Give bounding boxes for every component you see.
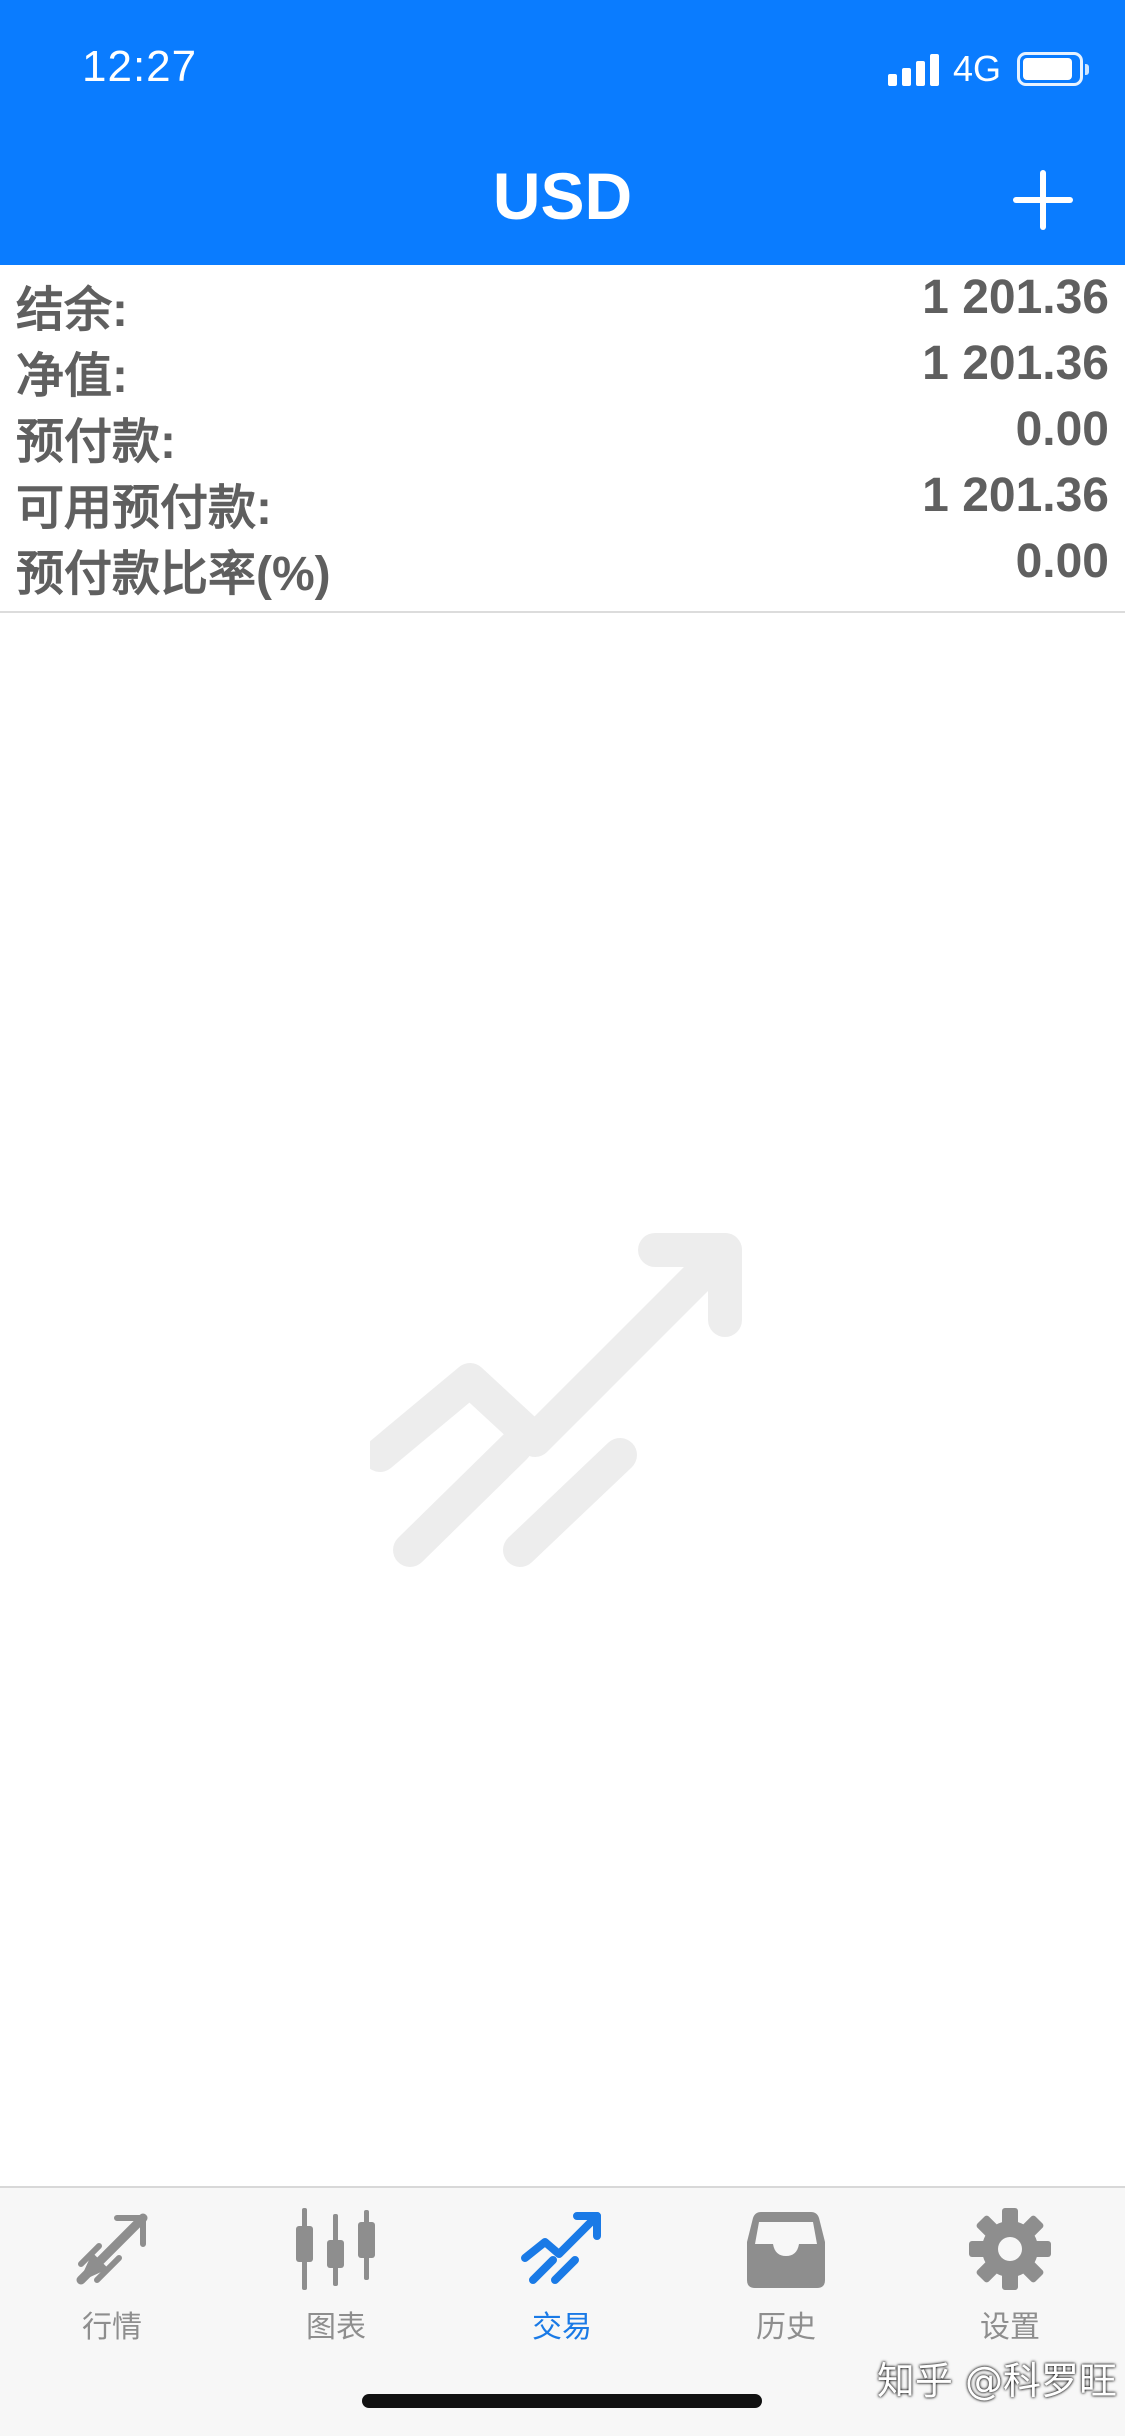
summary-label: 结余: [16,284,128,337]
tab-label: 交易 [532,2310,592,2345]
tab-label: 图表 [306,2310,366,2345]
candlestick-chart-icon [296,2208,375,2290]
watermark: 知乎 @科罗旺 [876,2359,1117,2403]
summary-row-free-margin: 可用预付款: 1 201.36 [0,468,1125,535]
summary-row-margin: 预付款: 0.00 [0,402,1125,469]
trade-icon [521,2212,601,2284]
tab-trade[interactable]: 交易 [482,2206,642,2346]
navigation-header: 12:27 4G USD [0,0,1125,265]
status-indicators: 4G [887,48,1089,90]
tab-label: 行情 [82,2310,142,2345]
summary-value: 0.00 [1015,535,1109,588]
summary-label: 可用预付款: [16,482,272,535]
summary-value: 1 201.36 [922,469,1109,522]
summary-label: 预付款: [16,416,176,469]
tab-quotes[interactable]: 行情 [32,2206,192,2346]
summary-row-equity: 净值: 1 201.36 [0,336,1125,403]
network-type: 4G [952,48,1001,89]
summary-label: 预付款比率(%) [16,548,331,601]
summary-value: 1 201.36 [922,271,1109,324]
trade-arrow-icon [370,1233,742,1567]
summary-value: 0.00 [1015,403,1109,456]
page-title: USD [492,159,633,233]
plus-icon[interactable] [1013,170,1073,230]
battery-level [1023,58,1072,80]
summary-row-margin-level: 预付款比率(%) 0.00 [0,534,1125,601]
tab-settings[interactable]: 设置 [930,2206,1090,2346]
gear-icon [969,2208,1051,2290]
tab-label: 历史 [756,2310,816,2345]
account-summary: 结余: 1 201.36 净值: 1 201.36 预付款: 0.00 可用预付… [0,270,1125,613]
summary-row-balance: 结余: 1 201.36 [0,270,1125,337]
tab-charts[interactable]: 图表 [256,2206,416,2346]
summary-value: 1 201.36 [922,337,1109,390]
quotes-icon [76,2213,148,2285]
inbox-history-icon [747,2212,825,2288]
tab-label: 设置 [980,2310,1040,2345]
signal-strength-icon [887,52,939,86]
home-indicator[interactable] [362,2394,762,2408]
tab-history[interactable]: 历史 [706,2206,866,2346]
battery-icon [1017,52,1089,86]
status-time: 12:27 [82,42,198,91]
summary-label: 净值: [16,350,128,403]
